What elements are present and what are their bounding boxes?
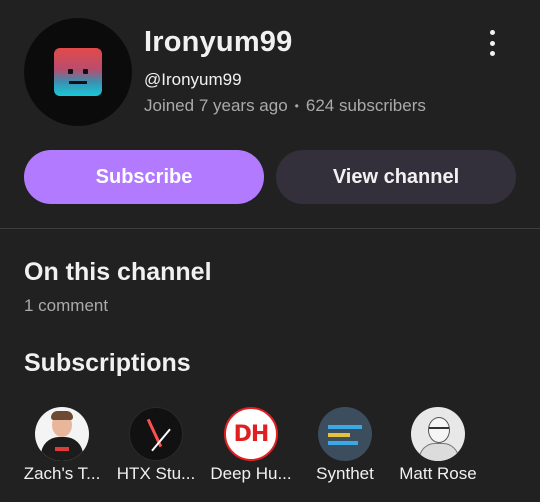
subscription-avatar[interactable] [35,407,89,461]
subscriptions-heading: Subscriptions [24,349,191,377]
more-vertical-icon[interactable] [480,28,504,58]
channel-avatar[interactable] [24,18,132,126]
subscription-item[interactable]: Synthet [295,407,395,484]
view-channel-button[interactable]: View channel [276,150,516,204]
subscription-item[interactable]: DH Deep Hu... [201,407,301,484]
joined-date: Joined 7 years ago [144,96,288,115]
subscription-label: HTX Stu... [116,464,196,483]
channel-meta: Joined 7 years ago • 624 subscribers [144,96,426,116]
subscription-item[interactable]: Zach's T... [12,407,112,484]
subscription-item[interactable]: Matt Rose [388,407,488,484]
channel-handle: @Ironyum99 [144,70,242,89]
subscription-avatar[interactable]: DH [224,407,278,461]
on-this-channel-heading: On this channel [24,258,212,286]
subscribe-button[interactable]: Subscribe [24,150,264,204]
subscription-label: Synthet [316,464,374,483]
avatar-eye-right [83,69,88,74]
channel-avatar-face [54,48,102,96]
subscription-label: Deep Hu... [210,464,292,483]
channel-name[interactable]: Ironyum99 [144,26,292,59]
subscription-avatar[interactable] [129,407,183,461]
subscription-item[interactable]: HTX Stu... [106,407,206,484]
avatar-eye-left [68,69,73,74]
subscription-avatar[interactable] [318,407,372,461]
subscription-avatar-text: DH [233,421,270,447]
comment-count[interactable]: 1 comment [24,296,108,316]
avatar-mouth [69,81,87,84]
subscriber-count: 624 subscribers [305,96,426,115]
subscription-label: Zach's T... [23,464,101,483]
meta-separator: • [294,99,299,113]
channel-card: Ironyum99 @Ironyum99 Joined 7 years ago … [0,0,540,502]
subscription-avatar[interactable] [411,407,465,461]
divider [0,228,540,229]
subscription-label: Matt Rose [399,464,477,483]
